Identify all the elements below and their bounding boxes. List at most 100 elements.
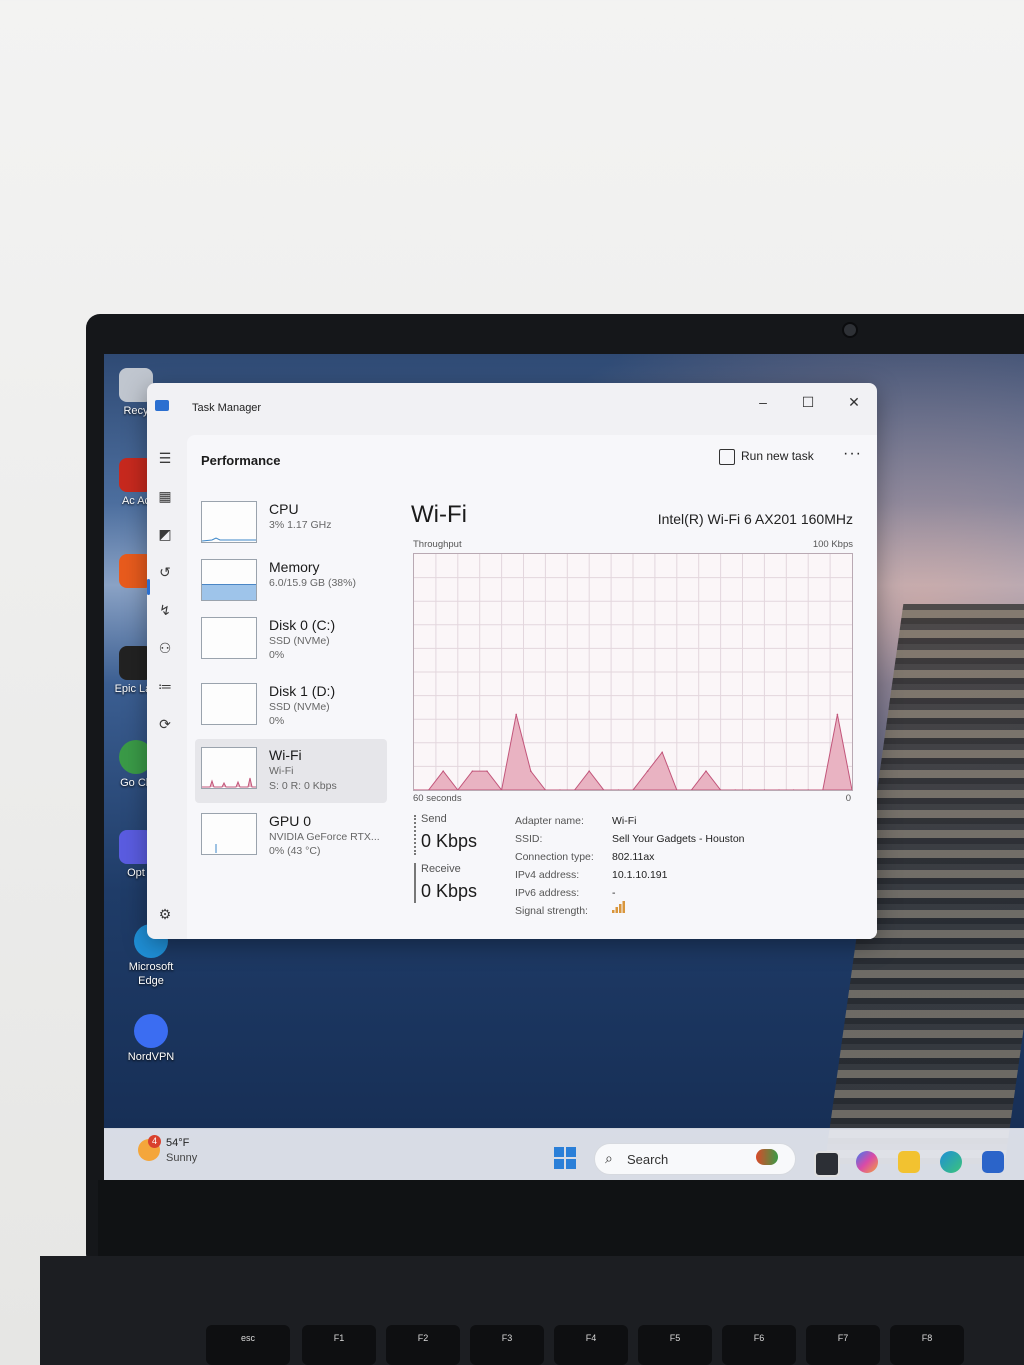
disk-0-thumbnail-graph [201,617,257,659]
ssid-value: Sell Your Gadgets - Houston [612,833,745,845]
windows-logo-icon [566,1159,576,1169]
throughput-data-point [661,751,663,754]
resource-item-disk-0[interactable]: Disk 0 (C:) SSD (NVMe) 0% [195,611,387,671]
memory-thumbnail-graph [201,559,257,601]
throughput-chart [413,554,853,792]
throughput-data-point [530,770,532,772]
store-icon[interactable] [982,1151,1004,1173]
throughput-data-point [763,789,766,791]
task-manager-icon [155,400,169,411]
detail-title: Wi-Fi [411,501,467,528]
resource-detail: 6.0/15.9 GB (38%) [269,577,356,589]
copilot-icon[interactable] [856,1151,878,1173]
receive-indicator [414,863,416,903]
send-indicator [414,815,418,855]
key-f2: F2 [386,1325,460,1365]
settings-icon[interactable]: ⚙ [154,903,176,925]
app-history-icon[interactable]: ↺ [154,561,176,583]
widgets-icon[interactable] [756,1149,778,1165]
key-f6: F6 [722,1325,796,1365]
connection-type-key: Connection type: [515,851,594,863]
throughput-data-point [559,789,561,791]
throughput-data-point [617,789,620,791]
windows-logo-icon [554,1159,564,1169]
desktop-icon-label: Opt [127,867,145,879]
key-f1: F1 [302,1325,376,1365]
search-placeholder: Search [627,1152,669,1167]
minimize-button[interactable]: – [745,389,781,415]
resource-name: GPU 0 [269,813,312,829]
throughput-data-point [705,770,707,772]
signal-strength-icon [612,901,625,913]
throughput-graph [413,553,853,792]
desktop-icon-nordvpn[interactable]: NordVPN [124,1014,178,1064]
receive-value: 0 Kbps [421,881,478,901]
performance-icon[interactable]: ◩ [154,523,176,545]
weather-temperature: 54°F [166,1137,190,1149]
key-esc: esc [206,1325,290,1365]
resource-detail: SSD (NVMe) [269,701,330,713]
search-icon: ⌕ [605,1150,613,1166]
resource-item-memory[interactable]: Memory 6.0/15.9 GB (38%) [195,553,387,613]
task-view-icon[interactable] [814,1151,840,1177]
notification-badge: 4 [148,1135,161,1148]
ipv6-key: IPv6 address: [515,887,580,899]
disk-1-thumbnail-graph [201,683,257,725]
throughput-data-point [749,789,751,791]
window-title: Task Manager [192,402,262,414]
users-icon[interactable]: ⚇ [154,637,176,659]
send-label: Send [421,813,447,825]
taskbar: 4 54°F Sunny ⌕ Search [104,1128,1024,1181]
throughput-data-point [807,789,809,791]
more-options-button[interactable]: ··· [843,445,862,463]
maximize-button[interactable]: ☐ [790,389,826,415]
start-button[interactable] [554,1147,576,1169]
run-new-task-button[interactable]: Run new task [719,449,814,471]
wifi-thumbnail-graph [201,747,257,789]
resource-detail: 3% 1.17 GHz [269,519,332,531]
throughput-data-point [471,770,474,772]
resource-name: Disk 1 (D:) [269,683,336,699]
ipv4-value: 10.1.10.191 [612,869,668,881]
title-bar[interactable]: Task Manager – ☐ ✕ [147,383,877,427]
resource-detail: NVIDIA GeForce RTX... [269,831,380,843]
resource-item-cpu[interactable]: CPU 3% 1.17 GHz [195,495,387,555]
key-f4: F4 [554,1325,628,1365]
desktop-icon-label: Recy [123,405,149,417]
page-title: Performance [201,453,281,468]
resource-name: Memory [269,559,320,575]
adapter-model: Intel(R) Wi-Fi 6 AX201 160MHz [657,511,853,527]
ipv6-value: - [612,887,616,899]
throughput-data-point [778,789,780,791]
resource-name: Disk 0 (C:) [269,617,336,633]
throughput-data-point [588,770,590,772]
key-f5: F5 [638,1325,712,1365]
file-explorer-icon[interactable] [898,1151,920,1173]
windows-logo-icon [554,1147,564,1157]
resource-usage: S: 0 R: 0 Kbps [269,780,337,792]
gpu-thumbnail-graph [201,813,257,855]
throughput-data-point [734,789,736,791]
task-manager-window: Task Manager – ☐ ✕ ☰ ▦ ◩ ↺ ↯ ⚇ ≔ ⟳ ⚙ Per… [147,383,877,939]
resource-item-wifi[interactable]: Wi-Fi Wi-Fi S: 0 R: 0 Kbps [195,739,387,803]
send-value: 0 Kbps [421,831,478,851]
resource-detail: Wi-Fi [269,765,294,777]
details-icon[interactable]: ≔ [154,675,176,697]
edge-icon[interactable] [940,1151,962,1173]
resource-usage: 0% (43 °C) [269,845,321,857]
menu-icon[interactable]: ☰ [154,447,176,469]
chart-grid [414,554,852,790]
close-button[interactable]: ✕ [836,389,872,415]
performance-pane: Performance Run new task ··· CPU 3% 1.17… [187,435,877,939]
throughput-data-point [646,770,649,772]
throughput-data-point [792,789,795,791]
resource-item-disk-1[interactable]: Disk 1 (D:) SSD (NVMe) 0% [195,677,387,737]
services-icon[interactable]: ⟳ [154,713,176,735]
throughput-data-point [442,770,444,772]
adapter-name-key: Adapter name: [515,815,584,827]
webcam [842,322,858,338]
resource-usage: 0% [269,649,285,661]
resource-item-gpu-0[interactable]: GPU 0 NVIDIA GeForce RTX... 0% (43 °C) [195,807,387,867]
processes-icon[interactable]: ▦ [154,485,176,507]
startup-apps-icon[interactable]: ↯ [154,599,176,621]
